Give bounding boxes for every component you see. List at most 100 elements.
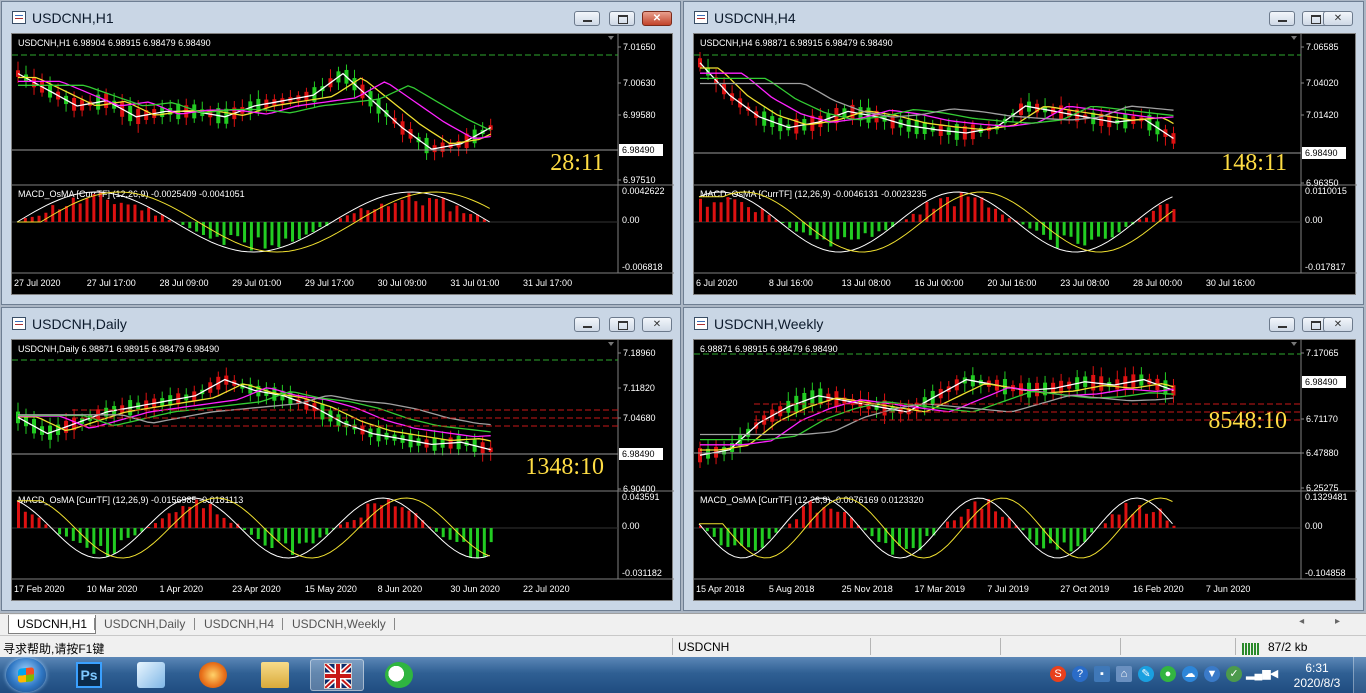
- macd-histogram-bar: [64, 528, 68, 537]
- macd-histogram-bar: [788, 523, 792, 528]
- taskbar-app-photoshop[interactable]: Ps: [62, 659, 116, 691]
- signal-icon[interactable]: ▂▄▆: [1246, 666, 1271, 682]
- wechat-tray-icon[interactable]: ●: [1160, 666, 1176, 682]
- window-title: USDCNH,H4: [714, 10, 796, 26]
- status-traffic: 87/2 kb: [1268, 640, 1308, 654]
- macd-histogram-bar: [946, 196, 950, 222]
- maximize-button[interactable]: [609, 317, 635, 332]
- taskbar-app-file-explorer[interactable]: [248, 659, 302, 691]
- macd-histogram-bar: [932, 208, 936, 222]
- shift-marker-icon: [608, 342, 614, 346]
- chart-window[interactable]: USDCNH,H4 USDCNH,H4 6.98871 6.98915 6.98…: [683, 1, 1364, 305]
- update-icon[interactable]: ⌂: [1116, 666, 1132, 682]
- macd-histogram-bar: [249, 222, 253, 251]
- time-axis-label: 15 May 2020: [305, 584, 357, 594]
- minimize-button[interactable]: [1269, 11, 1295, 26]
- taskbar-app-wechat[interactable]: [372, 659, 426, 691]
- macd-histogram-bar: [448, 528, 452, 540]
- tab-scroll-arrows[interactable]: ◂ ▸: [1299, 616, 1354, 627]
- macd-histogram-bar: [407, 510, 411, 528]
- minimize-button[interactable]: [574, 11, 600, 26]
- macd-histogram-bar: [870, 528, 874, 537]
- macd-histogram-bar: [147, 527, 151, 528]
- window-titlebar[interactable]: USDCNH,H1: [2, 2, 680, 32]
- macd-histogram-bar: [215, 514, 219, 528]
- tab-divider: [94, 618, 95, 630]
- close-button[interactable]: [1323, 317, 1353, 332]
- chart-area[interactable]: USDCNH,H1 6.98904 6.98915 6.98479 6.9849…: [11, 33, 674, 295]
- maximize-button[interactable]: [609, 11, 635, 26]
- time-axis-label: 23 Jul 08:00: [1060, 278, 1109, 288]
- taskbar-app-paint-app[interactable]: [124, 659, 178, 691]
- macd-histogram-bar: [705, 206, 709, 222]
- macd-tick-label: 0.00: [622, 215, 640, 225]
- input-method-icon[interactable]: S: [1050, 666, 1066, 682]
- macd-histogram-bar: [393, 202, 397, 222]
- window-titlebar[interactable]: USDCNH,Weekly: [684, 308, 1363, 338]
- macd-histogram-bar: [911, 213, 915, 222]
- chart-tab[interactable]: USDCNH,Daily: [96, 615, 193, 633]
- macd-histogram-bar: [1124, 502, 1128, 528]
- macd-histogram-bar: [181, 506, 185, 528]
- macd-histogram-bar: [843, 222, 847, 238]
- time-axis-label: 16 Jul 00:00: [915, 278, 964, 288]
- window-titlebar[interactable]: USDCNH,H4: [684, 2, 1363, 32]
- price-tick-label: 7.06585: [1306, 42, 1339, 52]
- macd-histogram-bar: [822, 507, 826, 528]
- browser-icon: [199, 662, 227, 688]
- close-button[interactable]: [1323, 11, 1353, 26]
- show-desktop-button[interactable]: [1353, 657, 1366, 693]
- close-button[interactable]: [642, 317, 672, 332]
- help-icon[interactable]: ?: [1072, 666, 1088, 682]
- macd-histogram-bar: [441, 528, 445, 538]
- time-axis-label: 27 Oct 2019: [1060, 584, 1109, 594]
- system-clock[interactable]: 6:31 2020/8/3: [1286, 661, 1348, 691]
- price-chart-svg: USDCNH,H4 6.98871 6.98915 6.98479 6.9849…: [694, 34, 1357, 288]
- chart-area[interactable]: USDCNH,H4 6.98871 6.98915 6.98479 6.9849…: [693, 33, 1357, 295]
- taskbar-app-trading-terminal[interactable]: [310, 659, 364, 691]
- macd-histogram-bar: [795, 519, 799, 528]
- chart-window[interactable]: USDCNH,Weekly 6.98871 6.98915 6.98479 6.…: [683, 307, 1364, 611]
- chart-tab[interactable]: USDCNH,H4: [196, 615, 282, 633]
- photoshop-icon: Ps: [76, 662, 102, 688]
- chart-tab[interactable]: USDCNH,Weekly: [284, 615, 394, 633]
- macd-histogram-bar: [489, 528, 493, 543]
- macd-histogram-bar: [30, 514, 34, 528]
- macd-histogram-bar: [311, 528, 315, 544]
- macd-histogram-bar: [1035, 528, 1039, 546]
- minimize-button[interactable]: [1269, 317, 1295, 332]
- start-button[interactable]: [6, 658, 46, 692]
- macd-histogram-bar: [99, 528, 103, 546]
- macd-histogram-bar: [338, 524, 342, 528]
- feather-icon[interactable]: ✎: [1138, 666, 1154, 682]
- chart-tab[interactable]: USDCNH,H1: [8, 615, 97, 634]
- macd-histogram-bar: [1090, 528, 1094, 533]
- time-axis-label: 25 Nov 2018: [842, 584, 893, 594]
- shield-icon[interactable]: ▼: [1204, 666, 1220, 682]
- chart-area[interactable]: 6.98871 6.98915 6.98479 6.98490 7.17065 6.…: [693, 339, 1357, 601]
- taskbar-app-browser-app[interactable]: [186, 659, 240, 691]
- bar-countdown-timer: 8548:10: [1208, 408, 1287, 434]
- close-button[interactable]: [642, 11, 672, 26]
- macd-histogram-bar: [147, 207, 151, 222]
- macd-histogram-bar: [448, 211, 452, 222]
- chart-area[interactable]: USDCNH,Daily 6.98871 6.98915 6.98479 6.9…: [11, 339, 674, 601]
- security-icon[interactable]: ✓: [1226, 666, 1242, 682]
- macd-histogram-bar: [918, 214, 922, 222]
- network-drive-icon[interactable]: ▪: [1094, 666, 1110, 682]
- macd-histogram-bar: [188, 222, 192, 229]
- minimize-button[interactable]: [574, 317, 600, 332]
- window-titlebar[interactable]: USDCNH,Daily: [2, 308, 680, 338]
- volume-icon[interactable]: ◀: [1266, 666, 1282, 682]
- cloud-icon[interactable]: ☁: [1182, 666, 1198, 682]
- time-axis-label: 28 Jul 00:00: [1133, 278, 1182, 288]
- chart-window[interactable]: USDCNH,Daily USDCNH,Daily 6.98871 6.9891…: [1, 307, 681, 611]
- macd-histogram-bar: [1083, 528, 1087, 543]
- clock-time: 6:31: [1305, 661, 1329, 675]
- macd-histogram-bar: [843, 511, 847, 528]
- macd-histogram-bar: [1083, 222, 1087, 246]
- chart-window[interactable]: USDCNH,H1 USDCNH,H1 6.98904 6.98915 6.98…: [1, 1, 681, 305]
- macd-histogram-bar: [1069, 528, 1073, 552]
- macd-histogram-bar: [345, 215, 349, 222]
- time-axis-label: 30 Jun 2020: [450, 584, 500, 594]
